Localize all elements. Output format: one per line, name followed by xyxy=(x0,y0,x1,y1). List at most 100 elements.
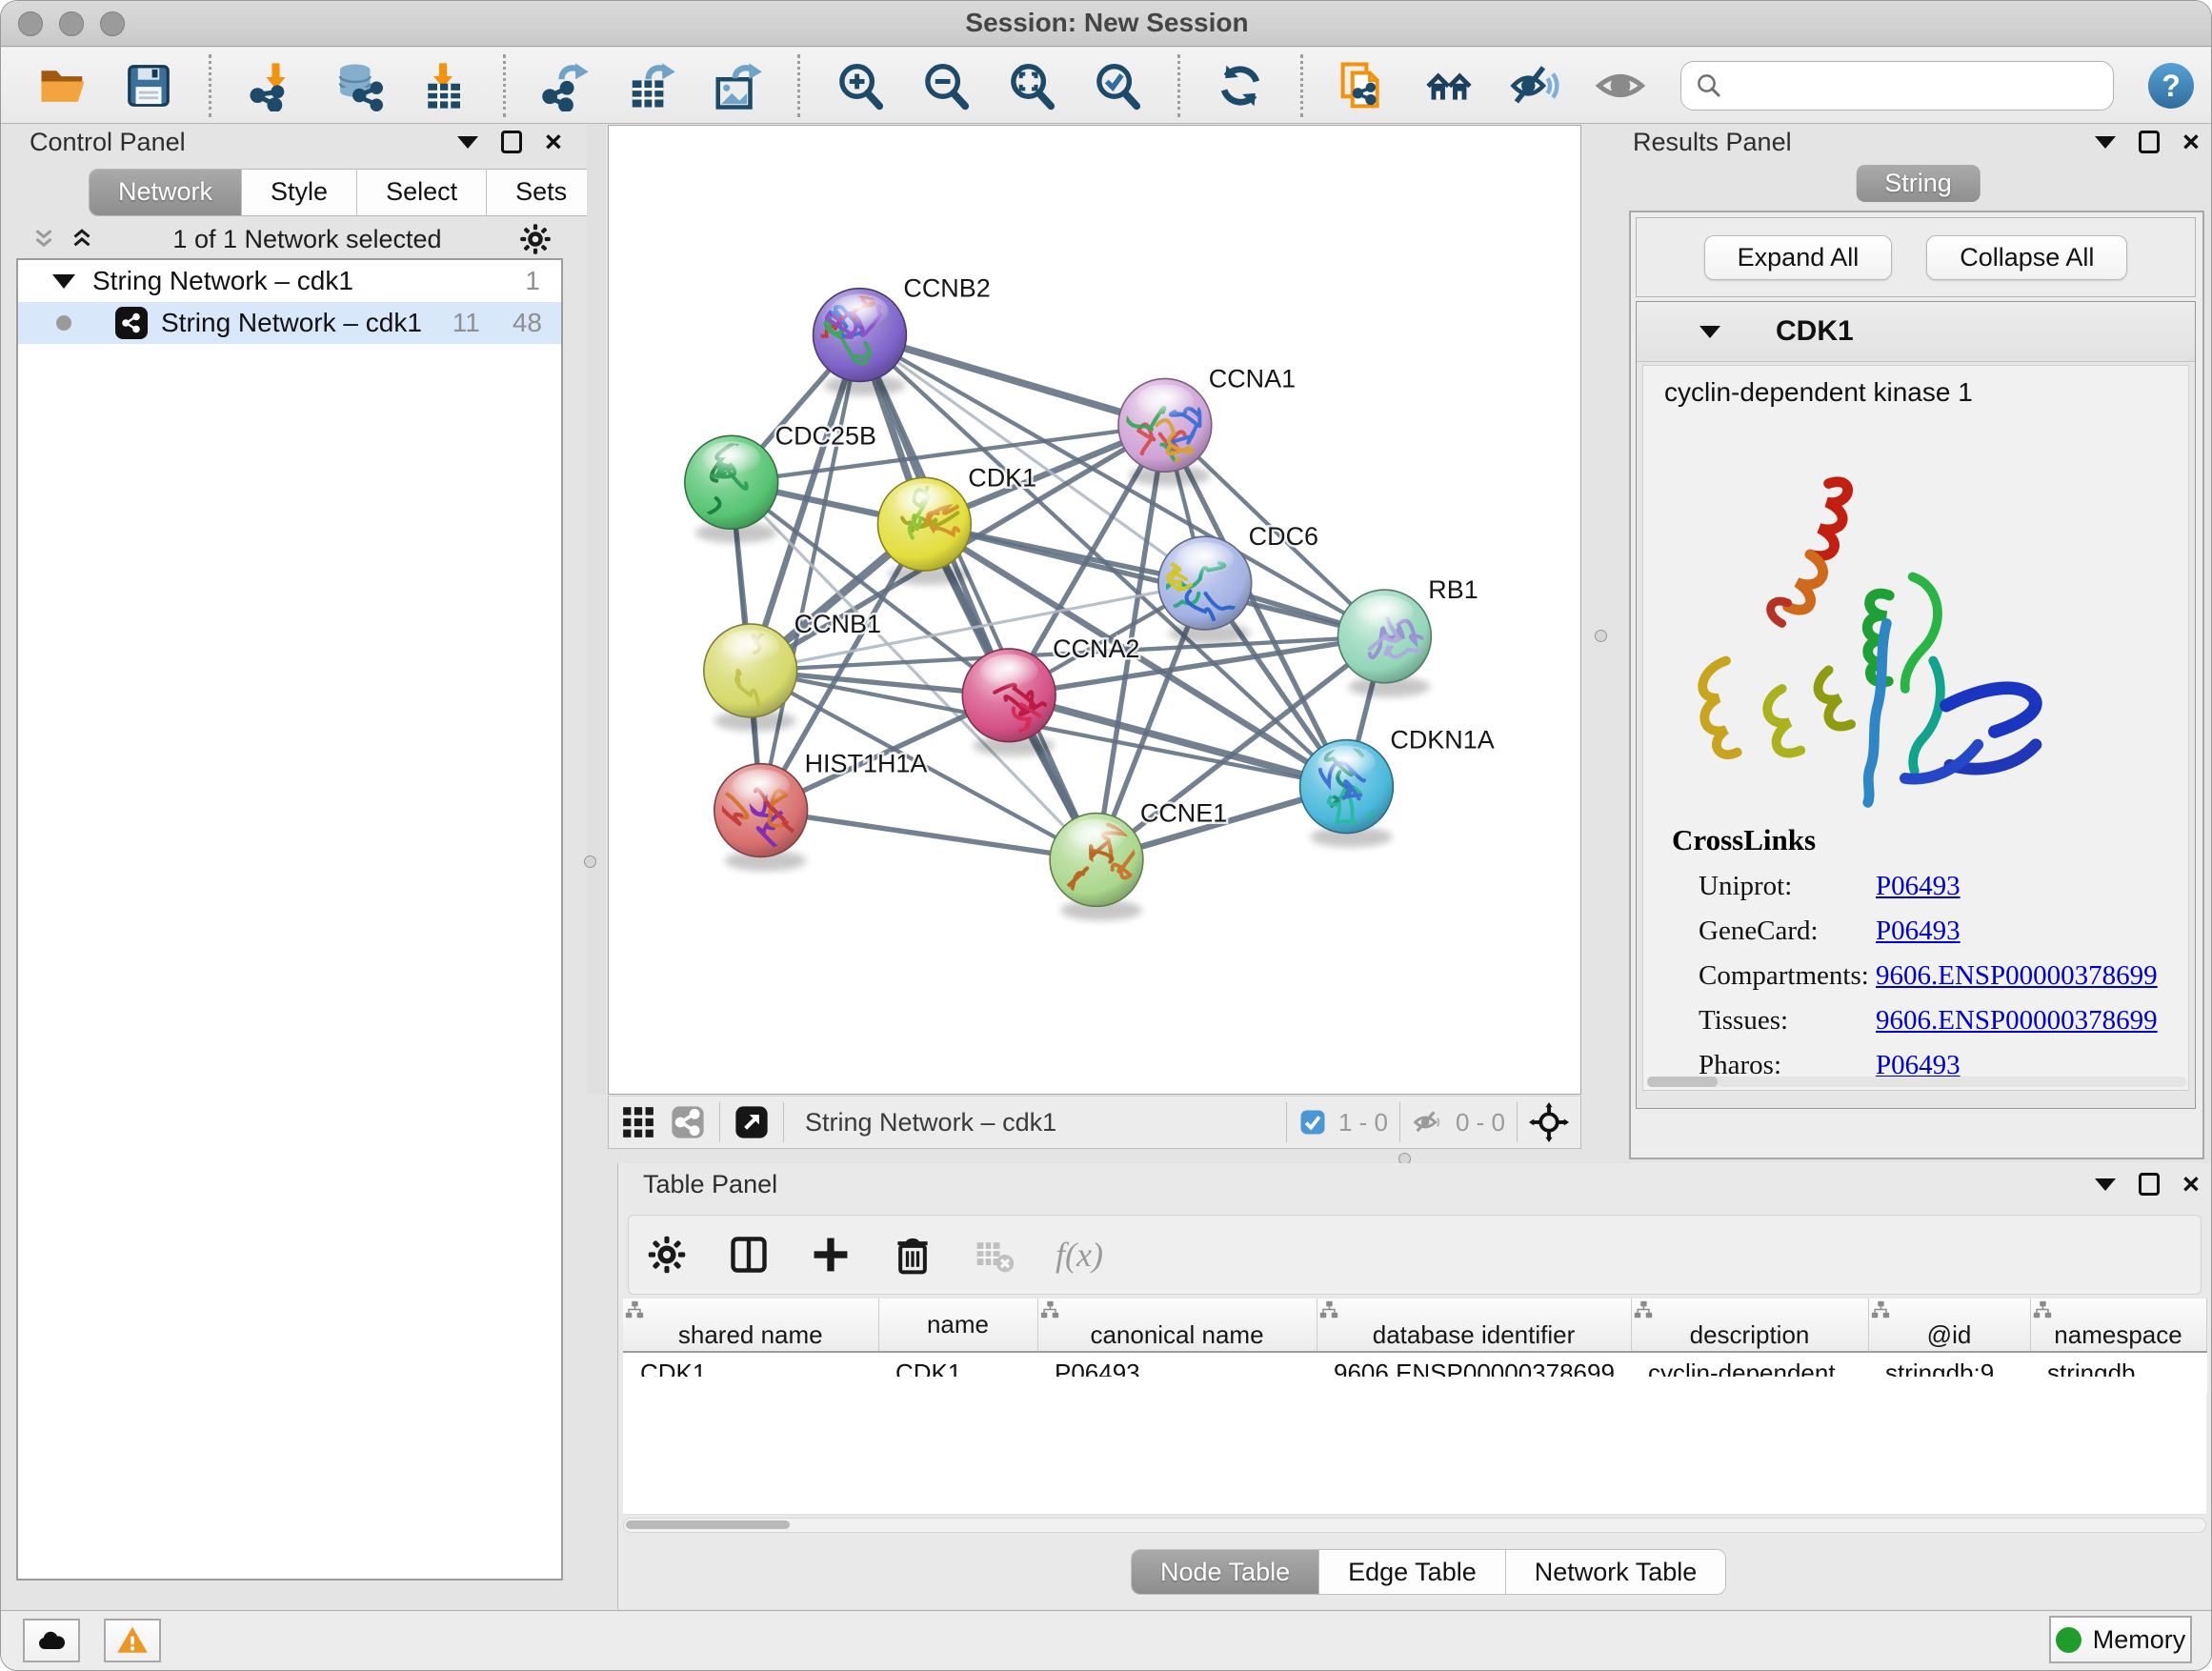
close-panel-icon[interactable]: × xyxy=(545,131,562,153)
collection-count: 1 xyxy=(525,266,540,296)
import-table-file-icon[interactable] xyxy=(417,60,469,111)
crosslink-link[interactable]: 9606.ENSP00000378699 xyxy=(1876,960,2158,992)
help-button[interactable]: ? xyxy=(2148,63,2194,109)
memory-button[interactable]: Memory xyxy=(2049,1616,2192,1663)
right-splitter-handle[interactable] xyxy=(1595,630,1607,642)
network-options-gear-icon[interactable] xyxy=(518,222,553,256)
crosslinks-title: CrossLinks xyxy=(1672,823,2188,857)
column-header-description[interactable]: description xyxy=(1631,1299,1868,1352)
network-node-CCNB2[interactable]: CCNB2 xyxy=(808,274,990,396)
float-panel-icon[interactable] xyxy=(501,131,522,153)
left-splitter[interactable] xyxy=(587,125,606,1095)
results-panel: Results Panel × String Expand All Collap… xyxy=(1623,125,2212,1163)
create-column-plus-icon[interactable] xyxy=(810,1234,852,1276)
tab-network[interactable]: Network xyxy=(90,170,242,215)
tab-select[interactable]: Select xyxy=(357,170,487,215)
network-node-RB1[interactable]: RB1 xyxy=(1337,575,1478,697)
toolbar-divider xyxy=(1517,1102,1518,1142)
network-row[interactable]: String Network – cdk1 11 48 xyxy=(18,302,561,344)
grid-view-icon[interactable] xyxy=(620,1104,656,1140)
collapse-panel-icon[interactable] xyxy=(2095,136,2116,149)
hide-labels-icon[interactable] xyxy=(1509,60,1560,111)
string-copy-network-icon[interactable] xyxy=(1337,60,1389,111)
column-header--id[interactable]: @id xyxy=(1868,1299,2030,1352)
tab-sets[interactable]: Sets xyxy=(487,170,595,215)
refresh-icon[interactable] xyxy=(1215,60,1266,111)
import-network-file-icon[interactable] xyxy=(246,60,297,111)
network-label: String Network – cdk1 xyxy=(161,308,422,338)
current-network-bullet-icon xyxy=(56,315,71,331)
table-options-gear-icon[interactable] xyxy=(646,1234,688,1276)
collapse-panel-icon[interactable] xyxy=(457,136,478,149)
expand-all-networks-icon[interactable] xyxy=(68,225,96,253)
float-panel-icon[interactable] xyxy=(2139,131,2160,153)
network-node-CCNE1[interactable]: CCNE1 xyxy=(1050,799,1227,921)
collapse-all-button[interactable]: Collapse All xyxy=(1926,235,2127,280)
search-input[interactable] xyxy=(1731,70,2100,101)
hidden-elements-icon[interactable] xyxy=(1412,1106,1444,1138)
protein-section-expander-icon[interactable] xyxy=(1699,326,1720,338)
column-header-canonical-name[interactable]: canonical name xyxy=(1037,1299,1317,1352)
status-bar: Memory xyxy=(1,1610,2212,1671)
collection-expander-icon[interactable] xyxy=(52,274,75,289)
collapse-all-networks-icon[interactable] xyxy=(30,225,58,253)
network-graph[interactable]: CCNB2CCNA1CDC25BCDK1CDC6RB1CCNB1CCNA2CDK… xyxy=(609,126,1580,1094)
crosslink-link[interactable]: P06493 xyxy=(1876,916,1961,947)
crosslink-link[interactable]: P06493 xyxy=(1876,871,1961,902)
zoom-in-icon[interactable] xyxy=(835,60,886,111)
birdseye-view-icon[interactable] xyxy=(734,1104,770,1140)
cloud-icon xyxy=(34,1623,69,1658)
import-network-database-icon[interactable] xyxy=(332,60,383,111)
column-header-name[interactable]: name xyxy=(878,1299,1037,1352)
open-session-icon[interactable] xyxy=(37,60,89,111)
toolbar-divider xyxy=(1286,1102,1287,1142)
zoom-out-icon[interactable] xyxy=(920,60,972,111)
column-header-namespace[interactable]: namespace xyxy=(2030,1299,2206,1352)
table-horizontal-scrollbar[interactable] xyxy=(623,1518,2206,1533)
close-panel-icon[interactable]: × xyxy=(2182,1173,2200,1196)
expand-all-button[interactable]: Expand All xyxy=(1704,235,1893,280)
delete-column-trash-icon[interactable] xyxy=(892,1234,934,1276)
scrollbar-thumb[interactable] xyxy=(1647,1077,1718,1087)
tab-string[interactable]: String xyxy=(1856,165,1981,202)
show-hide-eye-icon[interactable] xyxy=(1595,60,1646,111)
selected-checkbox-icon[interactable] xyxy=(1298,1108,1327,1137)
cloud-status-button[interactable] xyxy=(23,1619,80,1662)
left-splitter-handle[interactable] xyxy=(584,856,596,868)
tab-network-table[interactable]: Network Table xyxy=(1506,1550,1726,1594)
save-session-icon[interactable] xyxy=(123,60,174,111)
node-label: CCNE1 xyxy=(1140,799,1227,828)
tab-node-table[interactable]: Node Table xyxy=(1132,1550,1319,1594)
tab-edge-table[interactable]: Edge Table xyxy=(1319,1550,1506,1594)
export-network-icon[interactable] xyxy=(540,60,592,111)
reposition-crosshair-icon[interactable] xyxy=(1529,1102,1569,1142)
control-panel-title: Control Panel xyxy=(30,128,186,157)
search-field[interactable] xyxy=(1680,61,2114,111)
control-panel-tabs: NetworkStyleSelectSets xyxy=(89,169,596,216)
warnings-button[interactable] xyxy=(104,1619,161,1662)
network-node-CDKN1A[interactable]: CDKN1A xyxy=(1300,726,1495,848)
close-panel-icon[interactable]: × xyxy=(2182,131,2200,153)
network-node-HIST1H1A[interactable]: HIST1H1A xyxy=(706,750,927,872)
homes-icon[interactable] xyxy=(1423,60,1475,111)
network-node-CCNB1[interactable]: CCNB1 xyxy=(704,610,881,732)
tab-style[interactable]: Style xyxy=(242,170,357,215)
network-node-CDC25B[interactable]: CDC25B xyxy=(685,421,876,543)
protein-section-header[interactable]: CDK1 xyxy=(1637,302,2195,362)
export-table-icon[interactable] xyxy=(626,60,677,111)
column-header-database-identifier[interactable]: database identifier xyxy=(1317,1299,1631,1352)
network-collection-row[interactable]: String Network – cdk1 1 xyxy=(18,260,561,302)
zoom-selected-icon[interactable] xyxy=(1092,60,1143,111)
results-horizontal-scrollbar[interactable] xyxy=(1647,1077,2186,1087)
network-canvas[interactable]: CCNB2CCNA1CDC25BCDK1CDC6RB1CCNB1CCNA2CDK… xyxy=(608,125,1581,1095)
export-image-icon[interactable] xyxy=(712,60,763,111)
scrollbar-thumb[interactable] xyxy=(626,1520,790,1529)
zoom-fit-icon[interactable] xyxy=(1006,60,1057,111)
column-header-shared-name[interactable]: shared name xyxy=(623,1299,878,1352)
show-columns-icon[interactable] xyxy=(728,1234,770,1276)
protein-details: cyclin-dependent kinase 1 xyxy=(1642,365,2189,1091)
collapse-panel-icon[interactable] xyxy=(2095,1178,2116,1191)
float-panel-icon[interactable] xyxy=(2139,1173,2160,1196)
crosslink-link[interactable]: 9606.ENSP00000378699 xyxy=(1876,1005,2158,1037)
network-share-view-icon[interactable] xyxy=(670,1104,706,1140)
